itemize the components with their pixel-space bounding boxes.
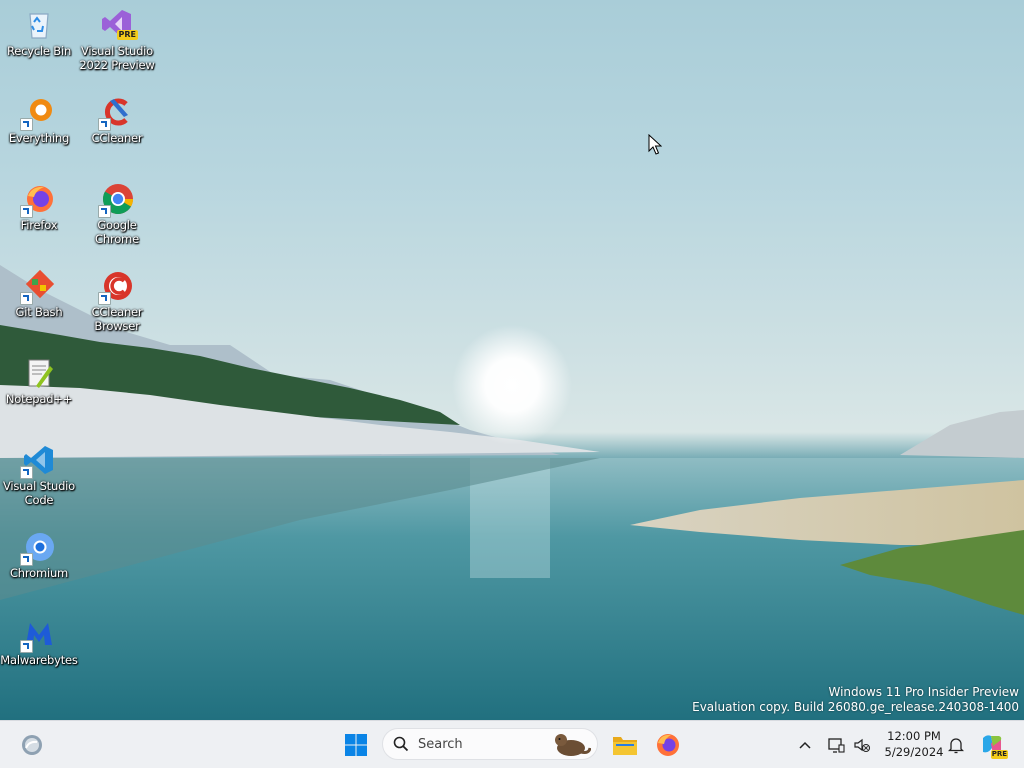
- chrome-icon: [98, 182, 134, 218]
- desktop-icon-label: Notepad++: [5, 392, 73, 406]
- shortcut-arrow-icon: [98, 118, 111, 131]
- firefox-taskbar-button[interactable]: [652, 729, 684, 761]
- desktop-icon-label: Chromium: [9, 566, 69, 580]
- shortcut-arrow-icon: [20, 640, 33, 653]
- desktop-icon-firefox[interactable]: Firefox: [0, 176, 78, 232]
- desktop-icon-ccleaner-browser[interactable]: CCleaner Browser: [78, 263, 156, 333]
- search-highlight-otter-icon: [555, 734, 591, 756]
- desktop-icon-label: Recycle Bin: [6, 44, 72, 58]
- taskbar-search-box[interactable]: Search: [382, 728, 598, 760]
- visual-studio-preview-icon: PRE: [100, 8, 138, 42]
- search-icon: [393, 736, 409, 752]
- watermark-build: Evaluation copy. Build 26080.ge_release.…: [692, 700, 1019, 714]
- mouse-cursor-icon: [648, 134, 662, 155]
- shortcut-arrow-icon: [20, 553, 33, 566]
- desktop-icon-label: Visual Studio 2022 Preview: [79, 44, 155, 72]
- desktop-icon-git-bash[interactable]: Git Bash: [0, 263, 78, 319]
- shortcut-arrow-icon: [20, 292, 33, 305]
- windows-logo-icon: [345, 734, 367, 756]
- file-explorer-button[interactable]: [609, 729, 641, 761]
- desktop-icon-chromium[interactable]: Chromium: [0, 524, 78, 580]
- audio-muted-icon: [854, 738, 871, 753]
- recycle-bin-icon: [22, 8, 56, 42]
- desktop-icon-label: Malwarebytes: [0, 653, 78, 667]
- desktop-icon-visual-studio-2022-preview[interactable]: PRE Visual Studio 2022 Preview: [78, 2, 156, 72]
- shortcut-arrow-icon: [98, 292, 111, 305]
- folder-icon: [613, 737, 637, 755]
- ccleaner-icon: [98, 95, 134, 131]
- vscode-icon: [20, 443, 56, 479]
- taskbar: Search 12:00 PM 5/29/2024 PRE: [0, 720, 1024, 768]
- desktop-icon-ccleaner[interactable]: CCleaner: [78, 89, 156, 145]
- git-bash-icon: [20, 269, 56, 305]
- chromium-icon: [20, 530, 56, 566]
- desktop-icon-label: Visual Studio Code: [2, 479, 75, 507]
- notifications-button[interactable]: [940, 729, 972, 761]
- preview-badge: PRE: [116, 30, 138, 40]
- network-monitor-icon: [828, 738, 845, 753]
- shortcut-arrow-icon: [20, 118, 33, 131]
- desktop-icon-label: CCleaner: [91, 131, 143, 145]
- shortcut-arrow-icon: [98, 205, 111, 218]
- volume-status-button[interactable]: [846, 729, 878, 761]
- desktop-icon-malwarebytes[interactable]: Malwarebytes: [0, 611, 78, 667]
- firefox-icon: [20, 182, 56, 218]
- everything-icon: [20, 95, 56, 131]
- desktop-icon-vscode[interactable]: Visual Studio Code: [0, 437, 78, 507]
- show-hidden-icons-button[interactable]: [789, 729, 821, 761]
- desktop-icon-everything[interactable]: Everything: [0, 89, 78, 145]
- desktop-icon-label: Everything: [8, 131, 70, 145]
- windows-evaluation-watermark: Windows 11 Pro Insider Preview Evaluatio…: [692, 685, 1019, 715]
- widgets-button[interactable]: [16, 729, 48, 761]
- desktop-icon-label: Google Chrome: [95, 218, 139, 246]
- malwarebytes-icon: [20, 617, 56, 653]
- shortcut-arrow-icon: [20, 205, 33, 218]
- start-button[interactable]: [340, 729, 372, 761]
- desktop-icon-label: Git Bash: [15, 305, 63, 319]
- weather-widget-icon: [22, 735, 42, 755]
- firefox-icon: [657, 734, 679, 756]
- desktop-icon-notepad-plus-plus[interactable]: Notepad++: [0, 350, 78, 406]
- copilot-button[interactable]: PRE: [976, 729, 1008, 761]
- notepad-plus-plus-icon: [22, 356, 56, 390]
- desktop-icon-label: CCleaner Browser: [91, 305, 143, 333]
- ccleaner-browser-icon: [98, 269, 134, 305]
- copilot-preview-badge: PRE: [990, 750, 1008, 759]
- shortcut-arrow-icon: [20, 466, 33, 479]
- desktop-icon-google-chrome[interactable]: Google Chrome: [78, 176, 156, 246]
- desktop-icon-label: Firefox: [20, 218, 58, 232]
- bell-icon: [948, 738, 964, 754]
- search-placeholder: Search: [418, 737, 463, 752]
- chevron-up-icon: [799, 741, 811, 749]
- desktop-icon-recycle-bin[interactable]: Recycle Bin: [0, 2, 78, 58]
- watermark-edition: Windows 11 Pro Insider Preview: [828, 685, 1019, 699]
